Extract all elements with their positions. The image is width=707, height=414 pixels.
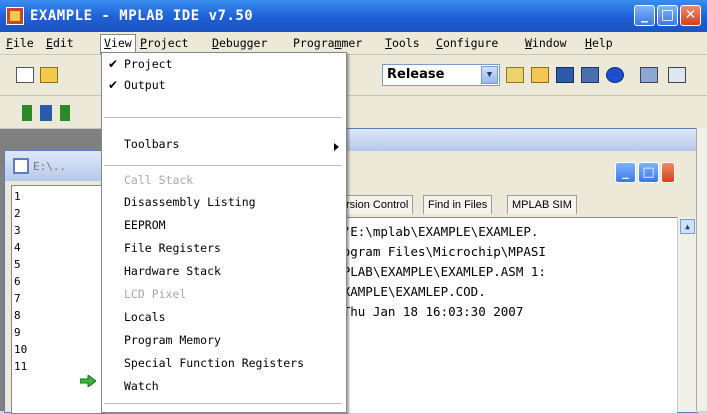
checkmark-icon: ✔ bbox=[108, 78, 119, 92]
menu-separator bbox=[104, 403, 342, 404]
line-number: 10 bbox=[14, 343, 28, 356]
menu-separator bbox=[104, 117, 342, 118]
line-number: 3 bbox=[14, 224, 21, 237]
view-menu-special-function-registers[interactable]: Special Function Registers bbox=[124, 356, 304, 370]
chevron-down-icon[interactable]: ▼ bbox=[481, 66, 498, 84]
line-number: 6 bbox=[14, 275, 21, 288]
line-number: 11 bbox=[14, 360, 28, 373]
new-file-icon[interactable] bbox=[16, 67, 34, 83]
view-menu-output[interactable]: Output bbox=[124, 78, 166, 92]
editor-title-bar[interactable]: E:\.. bbox=[5, 151, 115, 181]
line-number: 4 bbox=[14, 241, 21, 254]
menu-help[interactable]: Help bbox=[585, 36, 613, 50]
menu-window[interactable]: Window bbox=[525, 36, 567, 50]
settings-icon[interactable] bbox=[640, 67, 658, 83]
run-icon[interactable] bbox=[22, 105, 32, 121]
line-number: 1 bbox=[14, 190, 21, 203]
info-icon[interactable] bbox=[606, 67, 624, 83]
view-menu-disassembly-listing[interactable]: Disassembly Listing bbox=[124, 195, 256, 209]
line-number: 7 bbox=[14, 292, 21, 305]
build-icon[interactable] bbox=[581, 67, 599, 83]
line-number-gutter: 1 2 3 4 5 6 7 8 9 10 11 bbox=[11, 185, 105, 414]
line-number: 2 bbox=[14, 207, 21, 220]
scroll-up-icon[interactable]: ▲ bbox=[680, 219, 695, 234]
output-close-button[interactable] bbox=[661, 162, 675, 183]
build-config-value: Release bbox=[387, 67, 445, 82]
line-number: 8 bbox=[14, 309, 21, 322]
animate-icon[interactable] bbox=[60, 105, 70, 121]
view-menu-eeprom[interactable]: EEPROM bbox=[124, 218, 166, 232]
output-scrollbar[interactable]: ▲ bbox=[677, 217, 698, 412]
new-project-icon[interactable] bbox=[506, 67, 524, 83]
editor-window[interactable]: E:\.. 1 2 3 4 5 6 7 8 9 10 11 bbox=[4, 150, 116, 414]
tab-version-control[interactable]: rsion Control bbox=[341, 195, 414, 214]
view-menu-hardware-stack[interactable]: Hardware Stack bbox=[124, 264, 221, 278]
view-menu-project[interactable]: Project bbox=[124, 57, 172, 71]
minimize-button[interactable]: _ bbox=[634, 5, 655, 26]
view-menu-call-stack: Call Stack bbox=[124, 173, 194, 187]
memory-icon[interactable] bbox=[668, 67, 686, 83]
menu-tools[interactable]: Tools bbox=[385, 36, 420, 50]
submenu-arrow-icon bbox=[334, 143, 339, 151]
menu-configure[interactable]: Configure bbox=[436, 36, 498, 50]
window-title: EXAMPLE - MPLAB IDE v7.50 bbox=[30, 8, 254, 24]
document-icon bbox=[13, 158, 29, 174]
view-menu-toolbars[interactable]: Toolbars bbox=[124, 137, 179, 151]
maximize-button[interactable]: □ bbox=[657, 5, 678, 26]
tab-mplab-sim[interactable]: MPLAB SIM bbox=[507, 195, 577, 214]
line-number: 9 bbox=[14, 326, 21, 339]
open-project-icon[interactable] bbox=[531, 67, 549, 83]
mplab-app-icon[interactable] bbox=[6, 7, 24, 25]
menu-separator bbox=[104, 165, 342, 166]
output-minimize-button[interactable]: _ bbox=[615, 162, 636, 183]
view-menu-lcd-pixel: LCD Pixel bbox=[124, 287, 187, 301]
view-menu-watch[interactable]: Watch bbox=[124, 379, 159, 393]
checkmark-icon: ✔ bbox=[108, 57, 119, 71]
title-bar: EXAMPLE - MPLAB IDE v7.50 _ □ ✕ bbox=[0, 0, 707, 32]
view-menu-locals[interactable]: Locals bbox=[124, 310, 166, 324]
close-button[interactable]: ✕ bbox=[680, 5, 701, 26]
build-config-select[interactable]: Release ▼ bbox=[382, 64, 500, 86]
workspace-scrollbar[interactable] bbox=[696, 128, 707, 411]
save-project-icon[interactable] bbox=[556, 67, 574, 83]
output-maximize-button[interactable]: □ bbox=[638, 162, 659, 183]
menu-view[interactable]: View bbox=[100, 34, 136, 54]
menu-programmer[interactable]: Programmer bbox=[293, 36, 362, 50]
menu-project[interactable]: Project bbox=[140, 36, 188, 50]
editor-title: E:\.. bbox=[33, 160, 67, 173]
view-menu-dropdown: ✔ Project ✔ Output Toolbars Call Stack D… bbox=[101, 52, 347, 413]
line-number: 5 bbox=[14, 258, 21, 271]
open-folder-icon[interactable] bbox=[40, 67, 58, 83]
tab-find-in-files[interactable]: Find in Files bbox=[423, 195, 493, 214]
halt-icon[interactable] bbox=[40, 105, 52, 121]
view-menu-program-memory[interactable]: Program Memory bbox=[124, 333, 221, 347]
menu-debugger[interactable]: Debugger bbox=[212, 36, 267, 50]
program-counter-arrow-icon bbox=[80, 375, 96, 387]
view-menu-file-registers[interactable]: File Registers bbox=[124, 241, 221, 255]
menu-file[interactable]: File bbox=[6, 36, 34, 50]
menu-edit[interactable]: Edit bbox=[46, 36, 74, 50]
